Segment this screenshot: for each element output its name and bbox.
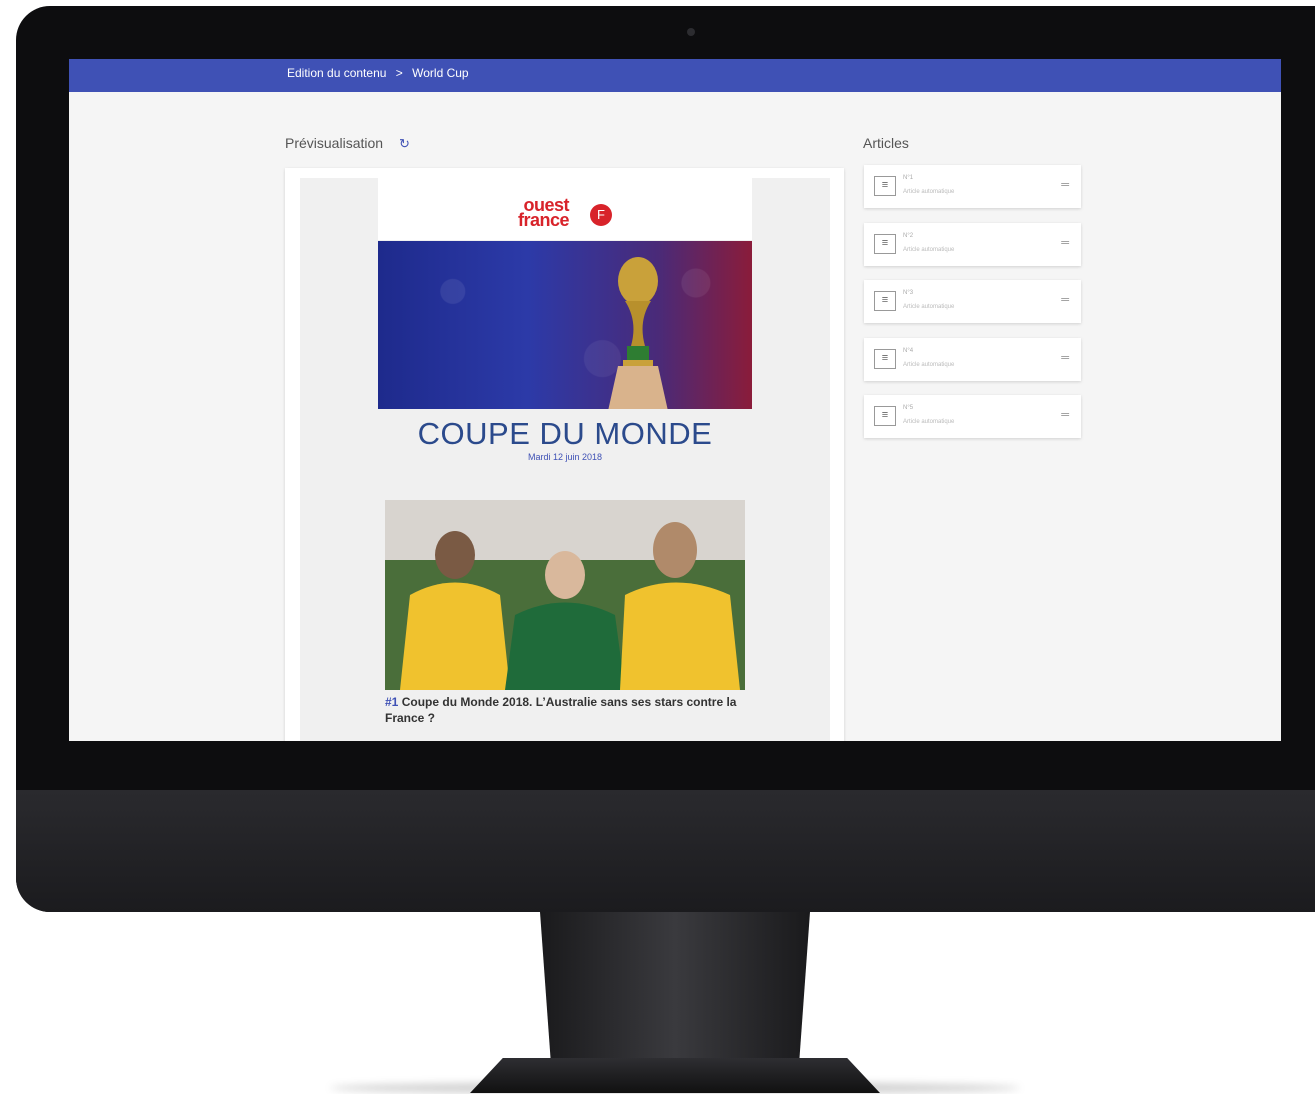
article-item-subtitle: Article automatique xyxy=(903,304,955,310)
drag-handle-icon[interactable]: ═ xyxy=(1061,352,1069,364)
article-item[interactable]: ≡ N°1 Article automatique ═ xyxy=(864,165,1081,208)
monitor-base xyxy=(470,1058,880,1093)
article-item[interactable]: ≡ N°4 Article automatique ═ xyxy=(864,338,1081,381)
top-bar: Edition du contenu > World Cup xyxy=(69,59,1281,92)
ouest-france-logo: ouest france xyxy=(518,196,570,230)
breadcrumb: Edition du contenu > World Cup xyxy=(287,66,475,80)
article-item-subtitle: Article automatique xyxy=(903,247,955,253)
logo-band: ouest france F xyxy=(378,178,752,240)
article-item-subtitle: Article automatique xyxy=(903,189,955,195)
article-icon: ≡ xyxy=(874,176,896,196)
article-item[interactable]: ≡ N°5 Article automatique ═ xyxy=(864,395,1081,438)
monitor-chin xyxy=(16,790,1315,912)
article-item-number: N°3 xyxy=(903,290,914,296)
drag-handle-icon[interactable]: ═ xyxy=(1061,179,1069,191)
article-icon: ≡ xyxy=(874,291,896,311)
camera-icon xyxy=(687,28,695,36)
preview-card: ouest france F COUPE DU MONDE Mardi 12 j… xyxy=(285,168,844,741)
article-headline[interactable]: #1 Coupe du Monde 2018. L’Australie sans… xyxy=(385,694,750,726)
breadcrumb-separator: > xyxy=(395,66,403,80)
refresh-icon[interactable]: ↻ xyxy=(399,136,410,152)
article-item[interactable]: ≡ N°2 Article automatique ═ xyxy=(864,223,1081,266)
drag-handle-icon[interactable]: ═ xyxy=(1061,409,1069,421)
app-screen: Edition du contenu > World Cup Prévisual… xyxy=(69,59,1281,741)
preview-frame: ouest france F COUPE DU MONDE Mardi 12 j… xyxy=(300,178,830,741)
newsletter-date: Mardi 12 juin 2018 xyxy=(527,452,603,462)
hero-banner xyxy=(378,241,752,409)
logo-line2: france xyxy=(518,210,570,230)
article-item-number: N°4 xyxy=(903,348,914,354)
article-photo xyxy=(385,500,745,690)
world-cup-trophy-icon xyxy=(608,257,668,409)
articles-title: Articles xyxy=(863,135,909,151)
article-number: #1 xyxy=(385,695,399,709)
article-icon: ≡ xyxy=(874,406,896,426)
drag-handle-icon[interactable]: ═ xyxy=(1061,237,1069,249)
breadcrumb-current: World Cup xyxy=(412,66,469,80)
breadcrumb-link-edition[interactable]: Edition du contenu xyxy=(287,66,386,80)
article-item-number: N°2 xyxy=(903,233,914,239)
article-item-subtitle: Article automatique xyxy=(903,419,955,425)
article-icon: ≡ xyxy=(874,234,896,254)
hero-pattern xyxy=(378,241,752,409)
article-title: Coupe du Monde 2018. L’Australie sans se… xyxy=(385,695,737,725)
newsletter-preview: ouest france F COUPE DU MONDE Mardi 12 j… xyxy=(378,178,752,741)
article-item-subtitle: Article automatique xyxy=(903,362,955,368)
players-photo-illustration xyxy=(385,500,745,690)
logo-mark-icon: F xyxy=(590,204,612,226)
article-item-number: N°1 xyxy=(903,175,914,181)
preview-title: Prévisualisation xyxy=(285,135,384,151)
drag-handle-icon[interactable]: ═ xyxy=(1061,294,1069,306)
article-icon: ≡ xyxy=(874,349,896,369)
article-item-number: N°5 xyxy=(903,405,914,411)
monitor-stand xyxy=(540,912,810,1062)
newsletter-headline: COUPE DU MONDE xyxy=(417,416,713,451)
article-item[interactable]: ≡ N°3 Article automatique ═ xyxy=(864,280,1081,323)
